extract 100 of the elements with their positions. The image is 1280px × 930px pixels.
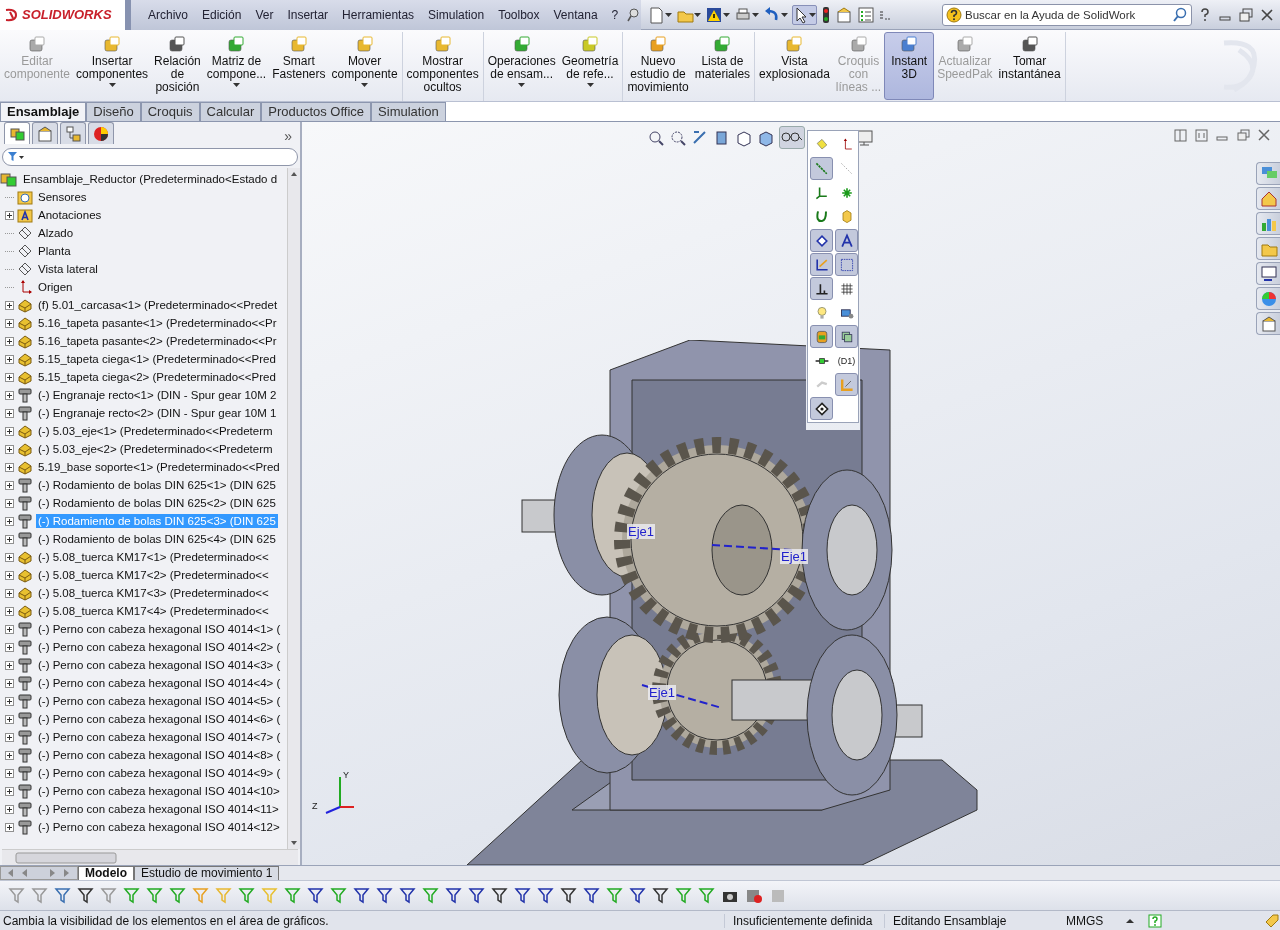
- expand-toggle[interactable]: [5, 732, 14, 742]
- tree-item[interactable]: (-) 5.08_tuerca KM17<3> (Predeterminado<<: [36, 586, 271, 600]
- tree-item[interactable]: Alzado: [36, 226, 76, 240]
- select-button[interactable]: [792, 4, 818, 25]
- tab[interactable]: Simulation: [371, 102, 446, 121]
- layers-toggle[interactable]: [835, 325, 858, 348]
- expand-toggle[interactable]: [5, 354, 14, 364]
- tab[interactable]: Modelo: [78, 866, 134, 880]
- tree-item[interactable]: (-) Perno con cabeza hexagonal ISO 4014<4> (: [36, 676, 283, 690]
- tree-item[interactable]: (-) Perno con cabeza hexagonal ISO 4014<2> (: [36, 640, 283, 654]
- traffic-light-icon[interactable]: [821, 5, 832, 24]
- hide-show-button[interactable]: [779, 126, 805, 149]
- tree-item[interactable]: (-) Perno con cabeza hexagonal ISO 4014<10>: [36, 784, 282, 798]
- tree-item[interactable]: 5.15_tapeta ciega<1> (Predeterminado<<Pred: [36, 352, 278, 366]
- tab[interactable]: Calcular: [199, 102, 262, 121]
- tree-item[interactable]: Ensamblaje_Reductor (Predeterminado<Estado d: [21, 172, 280, 186]
- expand-toggle[interactable]: [5, 552, 14, 562]
- filter-toggle-icon[interactable]: [514, 887, 531, 904]
- ribbon-button[interactable]: Insertar componentes: [73, 32, 152, 100]
- tab[interactable]: Diseño: [86, 102, 141, 121]
- tab[interactable]: Productos Office: [261, 102, 372, 121]
- filter-toggle-icon[interactable]: [54, 887, 71, 904]
- tag-icon[interactable]: [1264, 912, 1280, 929]
- expand-toggle[interactable]: [5, 606, 14, 616]
- tree-item[interactable]: (-) 5.08_tuerca KM17<4> (Predeterminado<<: [36, 604, 271, 618]
- expand-toggle[interactable]: [5, 372, 14, 382]
- filter-toggle-icon[interactable]: [698, 887, 715, 904]
- filter-toggle-icon[interactable]: [215, 887, 232, 904]
- pushpin-icon[interactable]: [625, 6, 642, 23]
- filter-toggle-icon[interactable]: [123, 887, 140, 904]
- tree-item[interactable]: Origen: [36, 280, 75, 294]
- axis-toggle[interactable]: [810, 157, 833, 180]
- appearance-ball-icon[interactable]: [1259, 289, 1278, 308]
- filter-toggle-icon[interactable]: [652, 887, 669, 904]
- expand-toggle[interactable]: [5, 408, 14, 418]
- view-palette-icon[interactable]: [1259, 264, 1278, 283]
- expand-toggle[interactable]: [5, 642, 14, 652]
- expand-toggle[interactable]: [5, 534, 14, 544]
- filter-toggle-icon[interactable]: [491, 887, 508, 904]
- tree-item[interactable]: (-) Rodamiento de bolas DIN 625<4> (DIN 625: [36, 532, 278, 546]
- restore-icon[interactable]: [1236, 128, 1251, 142]
- filter-toggle-icon[interactable]: [422, 887, 439, 904]
- annotation-toggle[interactable]: [835, 229, 858, 252]
- sketch-toggle[interactable]: [810, 253, 833, 276]
- dashed-grid-toggle[interactable]: [835, 253, 858, 276]
- expand-toggle[interactable]: [5, 480, 14, 490]
- menu-item[interactable]: ?: [604, 7, 626, 22]
- close-icon[interactable]: [1257, 128, 1272, 142]
- filter-toggle-icon[interactable]: [100, 887, 117, 904]
- menu-item[interactable]: Insertar: [280, 7, 336, 22]
- zoom-fit-icon[interactable]: [647, 128, 665, 147]
- dimension-toggle[interactable]: [810, 229, 833, 252]
- search-box[interactable]: Buscar en la Ayuda de SolidWork: [942, 3, 1192, 26]
- filter-toggle-icon[interactable]: [560, 887, 577, 904]
- expand-toggle[interactable]: [5, 318, 14, 328]
- filter-field[interactable]: [2, 148, 298, 166]
- expand-toggle[interactable]: [5, 822, 14, 832]
- filter-toggle-icon[interactable]: [537, 887, 554, 904]
- expand-toggle[interactable]: [5, 336, 14, 346]
- menu-item[interactable]: Simulation: [421, 7, 492, 22]
- checklist-icon[interactable]: [857, 5, 876, 24]
- expand-toggle[interactable]: [5, 624, 14, 634]
- filter-toggle-icon[interactable]: [238, 887, 255, 904]
- filter-toggle-icon[interactable]: [146, 887, 163, 904]
- menu-item[interactable]: Ver: [248, 7, 281, 22]
- ribbon-button[interactable]: Vista explosionada: [756, 32, 833, 100]
- filter-toggle-icon[interactable]: [606, 887, 623, 904]
- tree-item[interactable]: Anotaciones: [36, 208, 104, 222]
- caret-icon[interactable]: [694, 12, 702, 17]
- tree-item[interactable]: (-) Perno con cabeza hexagonal ISO 4014<5> (: [36, 694, 283, 708]
- expand-toggle[interactable]: [5, 678, 14, 688]
- tree-item[interactable]: Planta: [36, 244, 73, 258]
- expand-toggle[interactable]: [5, 570, 14, 580]
- ribbon-button[interactable]: Instant 3D: [884, 32, 935, 100]
- tree-item[interactable]: 5.19_base soporte<1> (Predeterminado<<Pred: [36, 460, 282, 474]
- filter-toggle-icon[interactable]: [169, 887, 186, 904]
- filter-toggle-icon[interactable]: [445, 887, 462, 904]
- ground-plane-toggle[interactable]: [810, 277, 833, 300]
- ribbon-button[interactable]: Matriz de compone...: [203, 32, 270, 100]
- panel-tab[interactable]: [88, 122, 114, 144]
- expand-toggle[interactable]: [5, 426, 14, 436]
- filter-toggle-icon[interactable]: [284, 887, 301, 904]
- tree-item[interactable]: (-) Engranaje recto<2> (DIN - Spur gear 10M 1: [36, 406, 279, 420]
- panel-tab[interactable]: [4, 122, 30, 144]
- tree-item[interactable]: (-) 5.08_tuerca KM17<2> (Predeterminado<<: [36, 568, 271, 582]
- expand-toggle[interactable]: [5, 804, 14, 814]
- record-icon[interactable]: [745, 887, 763, 904]
- dimension-name-toggle[interactable]: (D1): [835, 349, 858, 372]
- caret-icon[interactable]: [781, 12, 789, 17]
- ribbon-button[interactable]: Relación de posición: [151, 32, 204, 100]
- filter-toggle-icon[interactable]: [353, 887, 370, 904]
- ribbon-button[interactable]: Mostrar componentes ocultos: [403, 32, 482, 100]
- tree-item[interactable]: (-) Engranaje recto<1> (DIN - Spur gear 10M 2: [36, 388, 279, 402]
- expand-toggle[interactable]: [5, 516, 14, 526]
- menu-item[interactable]: Herramientas: [335, 7, 422, 22]
- expand-toggle[interactable]: [5, 444, 14, 454]
- expand-chevron[interactable]: »: [284, 128, 296, 144]
- tree-item[interactable]: Sensores: [36, 190, 89, 204]
- expand-toggle[interactable]: [5, 660, 14, 670]
- menu-item[interactable]: Ventana: [546, 7, 605, 22]
